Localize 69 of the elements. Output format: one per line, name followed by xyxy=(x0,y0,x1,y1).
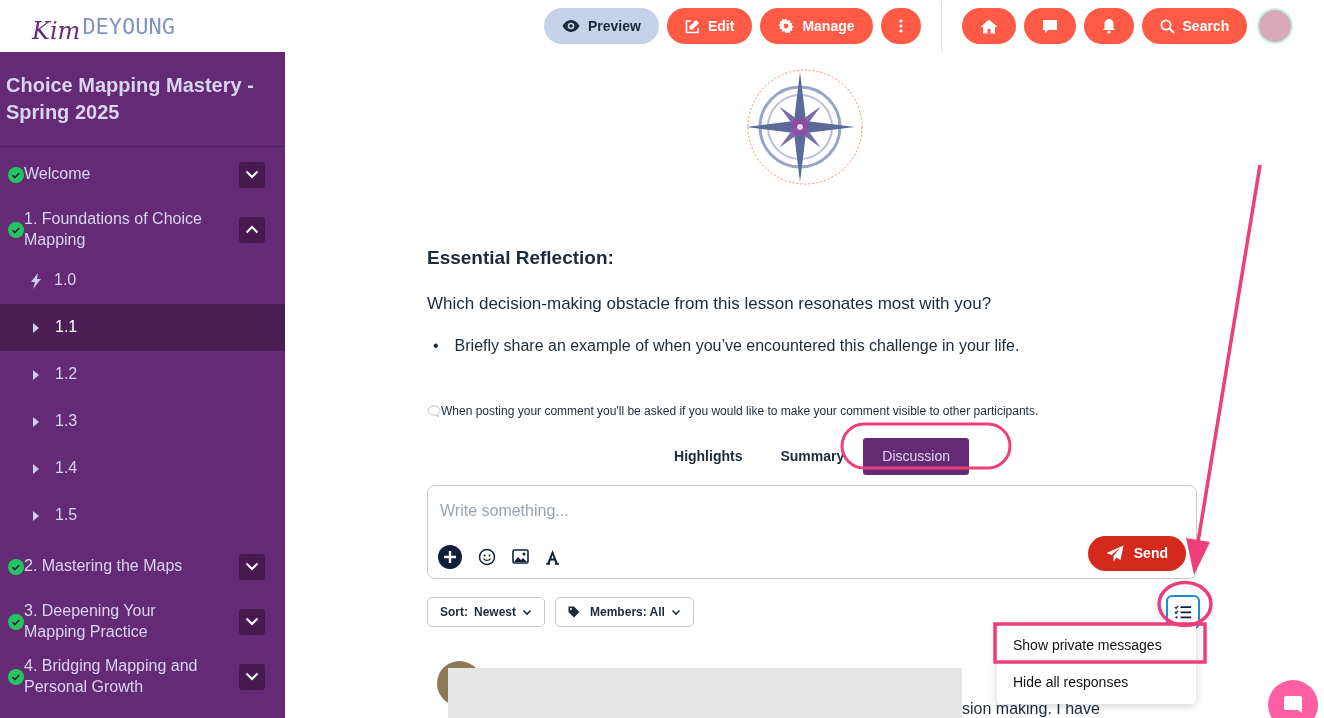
menu-item[interactable]: Hide all responses xyxy=(997,664,1196,701)
chevron-down-icon xyxy=(670,608,681,616)
module-title[interactable]: 1. Foundations of Choice Mapping xyxy=(24,208,214,251)
checklist-icon xyxy=(1174,603,1192,621)
caret-icon xyxy=(33,510,39,521)
lesson-item[interactable]: 1.4 xyxy=(0,445,285,492)
chat-icon xyxy=(1283,695,1303,715)
module-title[interactable]: Welcome xyxy=(24,164,91,185)
module-title[interactable]: 4. Bridging Mapping and Personal Growth xyxy=(24,655,214,698)
note-text: When posting your comment you'll be asked if you would like to make your comment visible to other participants. xyxy=(441,403,1039,420)
toggle-button[interactable] xyxy=(239,608,265,635)
caret-icon xyxy=(33,322,39,333)
emoji-icon xyxy=(478,547,496,566)
lesson-item[interactable]: 1.0 xyxy=(0,257,285,304)
lesson-item[interactable]: 1.2 xyxy=(0,351,285,398)
section-heading: Essential Reflection: xyxy=(427,246,615,270)
bell-icon xyxy=(1101,18,1116,34)
icon-button[interactable] xyxy=(1083,8,1134,44)
lightning-icon xyxy=(30,272,42,289)
chevron-down-icon xyxy=(245,672,259,681)
icon-button[interactable] xyxy=(880,8,921,44)
members-dropdown[interactable]: Members: All xyxy=(555,597,694,627)
chat-launcher[interactable] xyxy=(1268,680,1318,718)
toggle-button[interactable] xyxy=(239,216,265,243)
module-title[interactable]: 3. Deepening Your Mapping Practice xyxy=(24,600,214,643)
tab[interactable]: Summary xyxy=(761,438,864,475)
logo-script: Kim xyxy=(32,18,81,43)
chat-icon xyxy=(1041,18,1058,34)
bullet-mark: • xyxy=(433,336,439,356)
tag-icon xyxy=(568,606,581,618)
course-title: Choice Mapping Mastery - Spring 2025 xyxy=(0,52,285,147)
question-text: Which decision-making obstacle from this lesson resonates most with you? xyxy=(427,292,993,315)
lesson-item[interactable]: 1.5 xyxy=(0,492,285,539)
chevron-down-icon xyxy=(522,608,533,616)
sort-dropdown[interactable]: Sort: Newest xyxy=(427,597,546,627)
send-icon xyxy=(1105,545,1124,562)
toggle-button[interactable] xyxy=(239,663,265,690)
text-format-icon xyxy=(545,548,560,565)
send-button[interactable]: Send xyxy=(1087,536,1186,571)
chevron-down-icon xyxy=(245,617,259,626)
chevron-down-icon xyxy=(245,170,259,179)
module-title[interactable]: 2. Mastering the Maps xyxy=(24,556,183,577)
lesson-item[interactable]: 1.3 xyxy=(0,398,285,445)
eye-icon xyxy=(562,19,580,33)
chevron-up-icon xyxy=(245,225,259,234)
more-icon xyxy=(898,19,903,33)
home-icon xyxy=(979,18,998,34)
icon-button[interactable] xyxy=(1023,8,1076,44)
search-icon xyxy=(1159,18,1175,34)
nav-button[interactable]: Preview xyxy=(544,8,659,44)
edit-icon xyxy=(684,18,700,34)
icon-button[interactable] xyxy=(961,8,1016,44)
tab[interactable]: Discussion xyxy=(863,438,969,475)
caret-icon xyxy=(33,463,39,474)
caret-icon xyxy=(33,416,39,427)
toggle-button[interactable] xyxy=(239,553,265,580)
caret-icon xyxy=(33,369,39,380)
annotation-circle xyxy=(1156,580,1214,628)
add-icon xyxy=(438,544,462,569)
settings-icon xyxy=(778,18,795,34)
image-icon xyxy=(512,549,529,564)
tab[interactable]: Highlights xyxy=(655,438,762,475)
toggle-button[interactable] xyxy=(239,161,265,188)
comment-field[interactable]: Write something... Send xyxy=(427,485,1197,579)
lesson-item[interactable]: 1.1 xyxy=(0,304,285,351)
thought-bubble-icon xyxy=(427,405,441,417)
chevron-down-icon xyxy=(245,562,259,571)
logo-wordmark: DEYOUNG xyxy=(82,12,176,41)
bullet-text: Briefly share an example of when you’ve encountered this challenge in your life. xyxy=(454,336,1020,356)
